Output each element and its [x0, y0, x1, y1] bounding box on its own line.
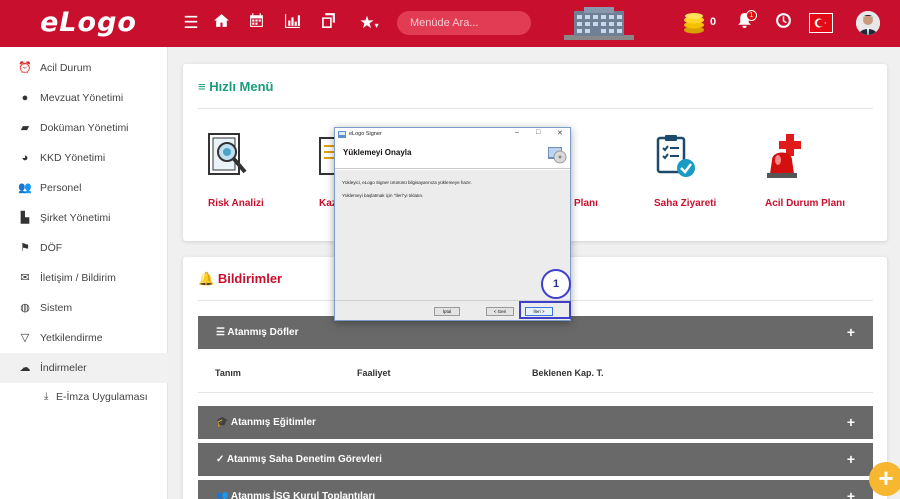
building-icon: ▙ — [20, 212, 30, 224]
list-icon: ☰ — [216, 327, 225, 338]
sidebar-item-label: İndirmeler — [40, 362, 87, 374]
table-header-faaliyet: Faaliyet — [357, 368, 391, 378]
step-number-badge: 1 — [541, 269, 571, 299]
sidebar-item-label: Acil Durum — [40, 62, 92, 74]
dialog-window-title: eLogo Signer — [349, 131, 382, 137]
sidebar-item-label: Sistem — [40, 302, 73, 314]
sidebar-item-label: Personel — [40, 182, 82, 194]
expand-icon[interactable]: + — [847, 480, 855, 499]
flag-icon: ⚑ — [20, 242, 30, 254]
quick-menu-plan[interactable]: Planı — [574, 198, 598, 209]
minimize-icon[interactable]: – — [515, 129, 519, 136]
sidebar-item-label: Doküman Yönetimi — [40, 122, 129, 134]
sidebar-item-kkd[interactable]: ◕ KKD Yönetimi — [0, 143, 168, 173]
sidebar-item-label: Yetkilendirme — [40, 332, 103, 344]
sidebar-item-sistem[interactable]: ◍ Sistem — [0, 293, 168, 323]
sidebar-item-indirmeler[interactable]: ☁ İndirmeler — [0, 353, 168, 383]
accordion-saha-denetim[interactable]: ✓ Atanmış Saha Denetim Görevleri + — [198, 443, 873, 476]
top-bar: eLogo ☰ ★▾ Menüde Ara... 0 1 — [0, 0, 900, 47]
notification-badge: 1 — [746, 10, 757, 21]
sidebar-item-dof[interactable]: ⚑ DÖF — [0, 233, 168, 263]
sidebar-item-label: E-İmza Uygulaması — [56, 391, 148, 403]
installer-disc-icon — [548, 147, 567, 164]
installer-app-icon — [338, 131, 346, 138]
accordion-label: Atanmış Saha Denetim Görevleri — [226, 454, 382, 465]
cloud-download-icon: ☁ — [19, 362, 31, 374]
quick-menu-saha-ziyareti[interactable]: Saha Ziyareti — [654, 198, 716, 209]
menu-icon[interactable]: ☰ — [180, 12, 202, 34]
calendar-icon[interactable] — [245, 12, 267, 34]
maximize-icon[interactable]: □ — [536, 129, 540, 136]
clock-icon[interactable] — [772, 12, 794, 34]
graduation-cap-icon: 🎓 — [216, 417, 229, 428]
table-header-tanim: Tanım — [215, 368, 241, 378]
dialog-header: Yüklemeyi Onayla — [335, 140, 570, 169]
group-icon: 👥 — [216, 491, 229, 499]
check-icon: ✓ — [216, 454, 225, 465]
risk-analysis-icon[interactable] — [205, 132, 251, 182]
avatar[interactable] — [856, 11, 880, 35]
accordion-label: Atanmış Eğitimler — [230, 417, 316, 428]
cancel-button[interactable]: İptal — [434, 307, 460, 316]
expand-icon[interactable]: + — [847, 443, 855, 476]
sidebar-item-acil-durum[interactable]: ⏰ Acil Durum — [0, 53, 168, 83]
sidebar-item-label: İletişim / Bildirim — [40, 272, 116, 284]
sidebar-item-label: KKD Yönetimi — [40, 152, 106, 164]
add-fab-button[interactable]: + — [869, 462, 900, 496]
sidebar-item-mevzuat[interactable]: ● Mevzuat Yönetimi — [0, 83, 168, 113]
quick-menu-acil-durum-plani[interactable]: Acil Durum Planı — [765, 198, 845, 209]
building-image — [564, 7, 634, 40]
search-input[interactable]: Menüde Ara... — [397, 11, 531, 35]
close-icon[interactable]: ✕ — [557, 129, 563, 137]
quick-menu-risk-analizi[interactable]: Risk Analizi — [208, 198, 264, 209]
star-icon[interactable]: ★▾ — [354, 12, 384, 34]
filter-icon: ▽ — [20, 332, 30, 344]
sidebar-item-iletisim[interactable]: ✉ İletişim / Bildirim — [0, 263, 168, 293]
dialog-heading: Yüklemeyi Onayla — [343, 148, 412, 157]
divider — [198, 108, 873, 109]
site-visit-icon[interactable] — [654, 132, 700, 182]
dialog-text-line-2: Yüklemeyi başlatmak için "İleri"yi tıkla… — [342, 193, 424, 198]
accordion-label: Atanmış İSG Kurul Toplantıları — [230, 491, 376, 499]
alarm-icon: ⏰ — [18, 62, 32, 74]
users-icon: 👥 — [18, 182, 32, 194]
sidebar-item-personel[interactable]: 👥 Personel — [0, 173, 168, 203]
download-icon: ⤓ — [44, 391, 49, 402]
sidebar-item-dokuman[interactable]: ▰ Doküman Yönetimi — [0, 113, 168, 143]
brand-logo[interactable]: eLogo — [40, 7, 137, 38]
folder-icon: ▰ — [20, 122, 30, 134]
accordion-isg-kurul[interactable]: 👥 Atanmış İSG Kurul Toplantıları + — [198, 480, 873, 499]
dialog-body: Yükleyici, eLogo Signer ürününü bilgisay… — [335, 170, 570, 300]
copy-icon[interactable] — [317, 12, 339, 34]
next-button-highlight — [519, 301, 571, 319]
globe-icon: ◍ — [20, 302, 30, 314]
expand-icon[interactable]: + — [847, 406, 855, 439]
sidebar-item-label: Şirket Yönetimi — [40, 212, 111, 224]
quick-menu-title: ≡ Hızlı Menü — [198, 79, 274, 94]
chart-icon[interactable] — [281, 12, 303, 34]
notifications-title: 🔔 Bildirimler — [198, 271, 283, 286]
sidebar-item-label: DÖF — [40, 242, 63, 254]
divider — [198, 392, 873, 393]
helmet-icon: ◕ — [21, 152, 29, 164]
coins-icon[interactable] — [682, 12, 706, 34]
home-icon[interactable] — [210, 12, 232, 34]
coin-count: 0 — [710, 16, 717, 28]
sidebar: ⏰ Acil Durum ● Mevzuat Yönetimi ▰ Doküma… — [0, 47, 168, 499]
expand-icon[interactable]: + — [847, 316, 855, 349]
dialog-text-line-1: Yükleyici, eLogo Signer ürününü bilgisay… — [342, 180, 472, 185]
sidebar-item-yetkilendirme[interactable]: ▽ Yetkilendirme — [0, 323, 168, 353]
info-icon: ● — [21, 92, 29, 104]
accordion-atanmis-egitimler[interactable]: 🎓 Atanmış Eğitimler + — [198, 406, 873, 439]
sidebar-subitem-e-imza[interactable]: ⤓ E-İmza Uygulaması — [0, 385, 168, 409]
mail-icon: ✉ — [20, 272, 30, 284]
language-flag-icon[interactable] — [809, 13, 833, 33]
sidebar-item-label: Mevzuat Yönetimi — [40, 92, 124, 104]
installer-dialog: eLogo Signer – □ ✕ Yüklemeyi Onayla Yükl… — [334, 127, 571, 321]
emergency-icon[interactable] — [764, 130, 810, 180]
sidebar-item-sirket[interactable]: ▙ Şirket Yönetimi — [0, 203, 168, 233]
back-button[interactable]: < Geri — [486, 307, 514, 316]
table-header-beklenen: Beklenen Kap. T. — [532, 368, 604, 378]
accordion-label: Atanmış Döfler — [227, 327, 299, 338]
